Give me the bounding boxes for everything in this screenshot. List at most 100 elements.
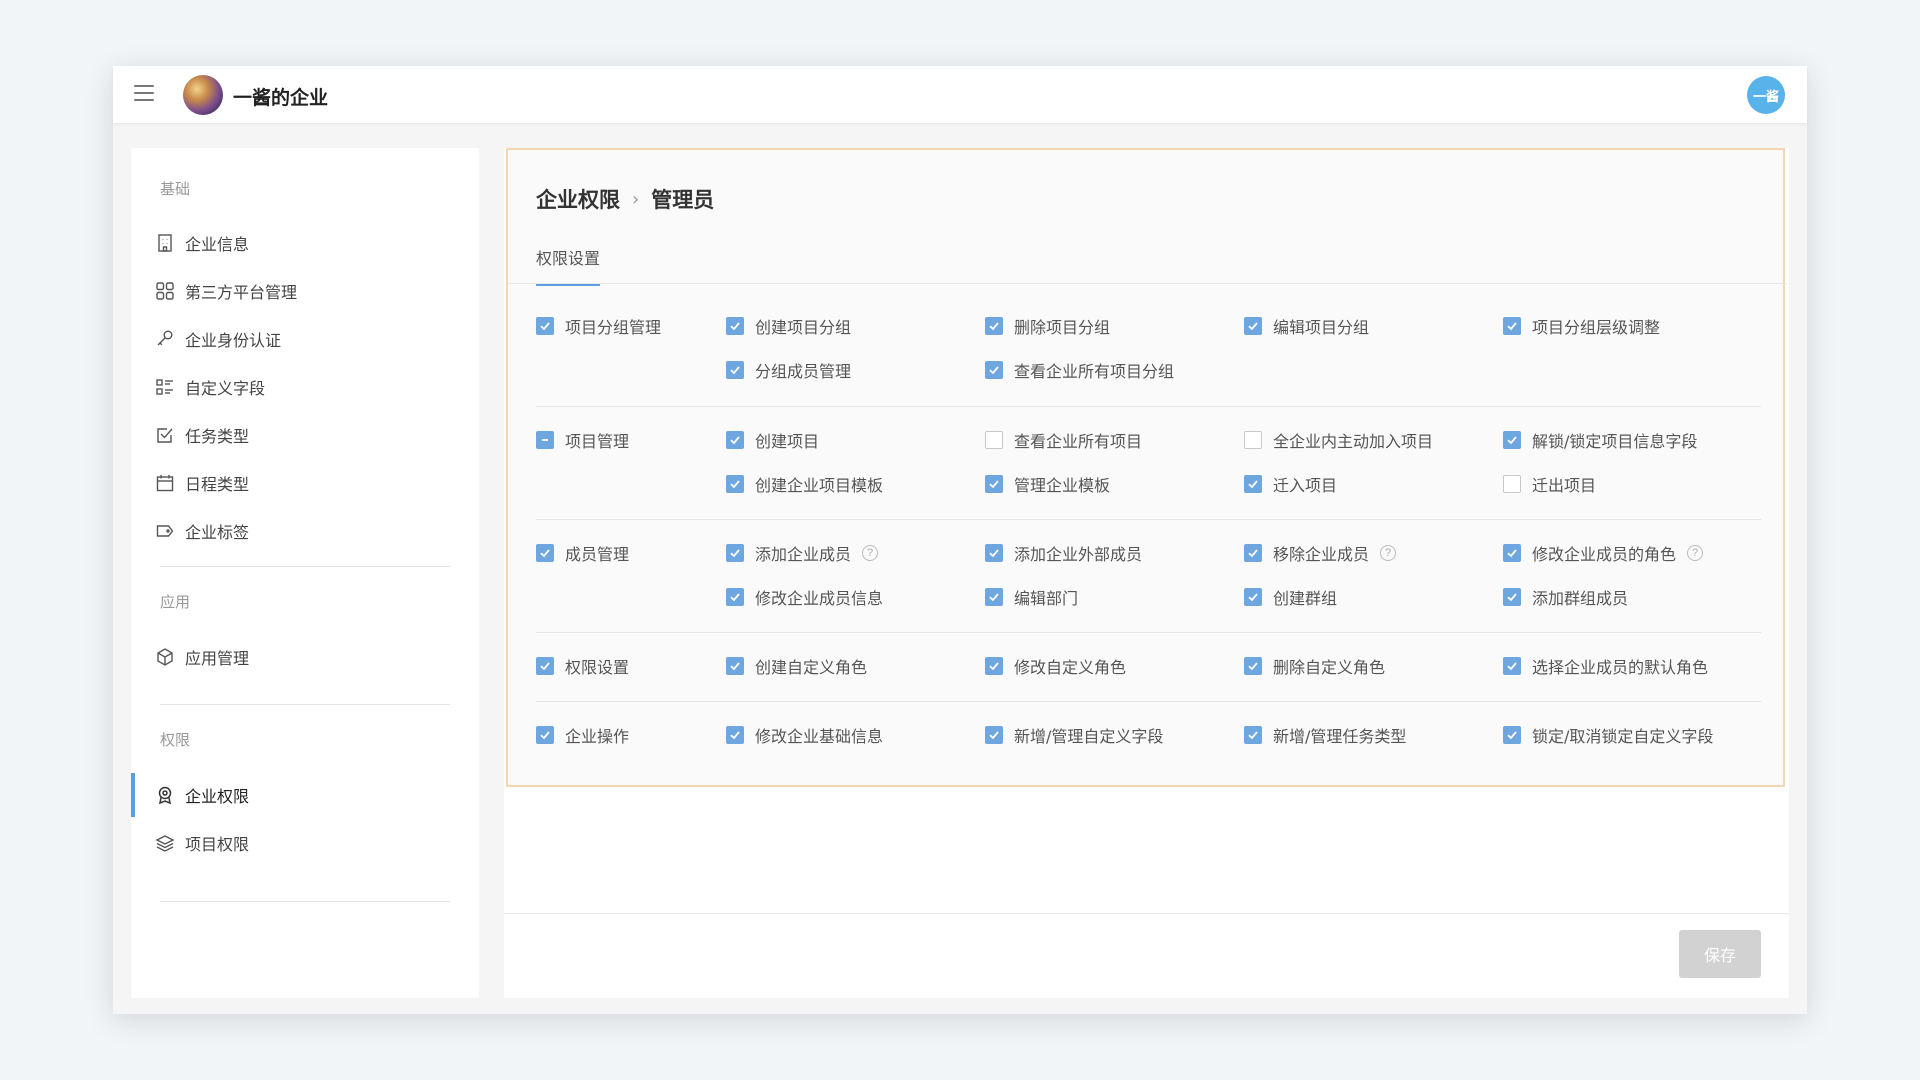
checkbox-checked-icon[interactable]	[1244, 475, 1262, 493]
checkbox-checked-icon[interactable]	[1244, 657, 1262, 675]
help-circle-icon[interactable]: ?	[862, 545, 879, 561]
list-fields-icon	[155, 377, 175, 397]
permission-checkbox[interactable]: 查看企业所有项目	[985, 428, 1142, 452]
checkbox-label: 添加群组成员	[1532, 589, 1629, 608]
permission-checkbox[interactable]: 分组成员管理	[726, 358, 851, 382]
permission-checkbox[interactable]: 编辑项目分组	[1244, 314, 1369, 338]
permission-checkbox[interactable]: 修改企业成员的角色?	[1503, 541, 1704, 565]
checkbox-checked-icon[interactable]	[726, 726, 744, 744]
permission-group-checkbox[interactable]: 权限设置	[536, 654, 629, 678]
sidebar-item-label: 任务类型	[185, 427, 250, 446]
sidebar-item-identity-auth[interactable]: 企业身份认证	[131, 317, 479, 361]
help-circle-icon[interactable]: ?	[1380, 545, 1397, 561]
sidebar-item-org-tags[interactable]: 企业标签	[131, 509, 479, 553]
checkbox-checked-icon[interactable]	[726, 544, 744, 562]
permission-checkbox[interactable]: 选择企业成员的默认角色	[1503, 654, 1708, 678]
permission-checkbox[interactable]: 修改自定义角色	[985, 654, 1126, 678]
checkbox-checked-icon[interactable]	[985, 317, 1003, 335]
permission-checkbox[interactable]: 项目分组层级调整	[1503, 314, 1660, 338]
checkbox-checked-icon[interactable]	[536, 657, 554, 675]
checkbox-checked-icon[interactable]	[1503, 657, 1521, 675]
help-circle-icon[interactable]: ?	[1687, 545, 1704, 561]
checkbox-checked-icon[interactable]	[1244, 317, 1262, 335]
checkbox-label: 添加企业成员	[755, 545, 852, 564]
checkbox-checked-icon[interactable]	[536, 544, 554, 562]
checkbox-checked-icon[interactable]	[1503, 588, 1521, 606]
checkbox-checked-icon[interactable]	[985, 544, 1003, 562]
checkbox-checked-icon[interactable]	[536, 317, 554, 335]
checkbox-checked-icon[interactable]	[985, 657, 1003, 675]
sidebar-item-label: 企业身份认证	[185, 331, 282, 350]
user-avatar[interactable]: 一酱	[1747, 76, 1785, 114]
permission-checkbox[interactable]: 全企业内主动加入项目	[1244, 428, 1433, 452]
badge-icon	[155, 785, 175, 805]
checkbox-checked-icon[interactable]	[726, 361, 744, 379]
permission-checkbox[interactable]: 查看企业所有项目分组	[985, 358, 1174, 382]
checkbox-checked-icon[interactable]	[985, 726, 1003, 744]
sidebar-item-schedule-types[interactable]: 日程类型	[131, 461, 479, 505]
permission-checkbox[interactable]: 迁出项目	[1503, 472, 1596, 496]
permission-checkbox[interactable]: 创建项目分组	[726, 314, 851, 338]
checkbox-checked-icon[interactable]	[726, 317, 744, 335]
permission-checkbox[interactable]: 新增/管理自定义字段	[985, 723, 1163, 747]
permission-checkbox[interactable]: 解锁/锁定项目信息字段	[1503, 428, 1697, 452]
checkbox-checked-icon[interactable]	[726, 475, 744, 493]
permission-checkbox[interactable]: 添加企业外部成员	[985, 541, 1142, 565]
checkbox-label: 项目管理	[565, 432, 630, 451]
permission-group-checkbox[interactable]: 项目管理	[536, 428, 629, 452]
permission-checkbox[interactable]: 新增/管理任务类型	[1244, 723, 1406, 747]
checkbox-label: 创建自定义角色	[755, 658, 868, 677]
permission-checkbox[interactable]: 编辑部门	[985, 585, 1078, 609]
checkbox-checked-icon[interactable]	[1244, 588, 1262, 606]
permission-group-checkbox[interactable]: 项目分组管理	[536, 314, 661, 338]
sidebar-item-custom-fields[interactable]: 自定义字段	[131, 365, 479, 409]
permission-checkbox[interactable]: 创建项目	[726, 428, 819, 452]
sidebar-item-third-party[interactable]: 第三方平台管理	[131, 269, 479, 313]
checkbox-label: 修改企业成员的角色	[1532, 545, 1677, 564]
permission-checkbox[interactable]: 迁入项目	[1244, 472, 1337, 496]
permission-group-checkbox[interactable]: 成员管理	[536, 541, 629, 565]
checkbox-checked-icon[interactable]	[1244, 726, 1262, 744]
permission-checkbox[interactable]: 管理企业模板	[985, 472, 1110, 496]
checkbox-partial-icon[interactable]	[536, 431, 554, 449]
checkbox-checked-icon[interactable]	[536, 726, 554, 744]
checkbox-checked-icon[interactable]	[1503, 431, 1521, 449]
checkbox-checked-icon[interactable]	[726, 657, 744, 675]
hamburger-menu-icon[interactable]	[134, 85, 154, 103]
permission-checkbox[interactable]: 删除项目分组	[985, 314, 1110, 338]
checkbox-checked-icon[interactable]	[985, 361, 1003, 379]
sidebar-item-project-permissions[interactable]: 项目权限	[131, 821, 479, 865]
tab-permission-settings[interactable]: 权限设置	[536, 245, 601, 286]
sidebar-item-org-info[interactable]: 企业信息	[131, 221, 479, 265]
permission-checkbox[interactable]: 创建企业项目模板	[726, 472, 883, 496]
permission-group-checkbox[interactable]: 企业操作	[536, 723, 629, 747]
permission-checkbox[interactable]: 创建自定义角色	[726, 654, 867, 678]
checkbox-checked-icon[interactable]	[726, 431, 744, 449]
breadcrumb-parent[interactable]: 企业权限	[536, 184, 620, 214]
permission-checkbox[interactable]: 删除自定义角色	[1244, 654, 1385, 678]
permission-checkbox[interactable]: 修改企业基础信息	[726, 723, 883, 747]
checkbox-checked-icon[interactable]	[1503, 726, 1521, 744]
sidebar-item-app-management[interactable]: 应用管理	[131, 635, 479, 679]
checkbox-checked-icon[interactable]	[726, 588, 744, 606]
permission-checkbox[interactable]: 添加企业成员?	[726, 541, 879, 565]
permission-checkbox[interactable]: 修改企业成员信息	[726, 585, 883, 609]
save-button[interactable]: 保存	[1679, 930, 1761, 978]
checkbox-label: 全企业内主动加入项目	[1273, 432, 1434, 451]
row-divider	[536, 519, 1761, 520]
checkbox-checked-icon[interactable]	[985, 475, 1003, 493]
checkbox-empty-icon[interactable]	[1244, 431, 1262, 449]
permission-checkbox[interactable]: 移除企业成员?	[1244, 541, 1397, 565]
sidebar-item-org-permissions[interactable]: 企业权限	[131, 773, 479, 817]
permission-checkbox[interactable]: 创建群组	[1244, 585, 1337, 609]
checkbox-empty-icon[interactable]	[985, 431, 1003, 449]
checkbox-checked-icon[interactable]	[1503, 317, 1521, 335]
checkbox-empty-icon[interactable]	[1503, 475, 1521, 493]
cube-icon	[155, 647, 175, 667]
checkbox-checked-icon[interactable]	[1244, 544, 1262, 562]
permission-checkbox[interactable]: 添加群组成员	[1503, 585, 1628, 609]
checkbox-checked-icon[interactable]	[1503, 544, 1521, 562]
sidebar-item-task-types[interactable]: 任务类型	[131, 413, 479, 457]
checkbox-checked-icon[interactable]	[985, 588, 1003, 606]
permission-checkbox[interactable]: 锁定/取消锁定自定义字段	[1503, 723, 1713, 747]
